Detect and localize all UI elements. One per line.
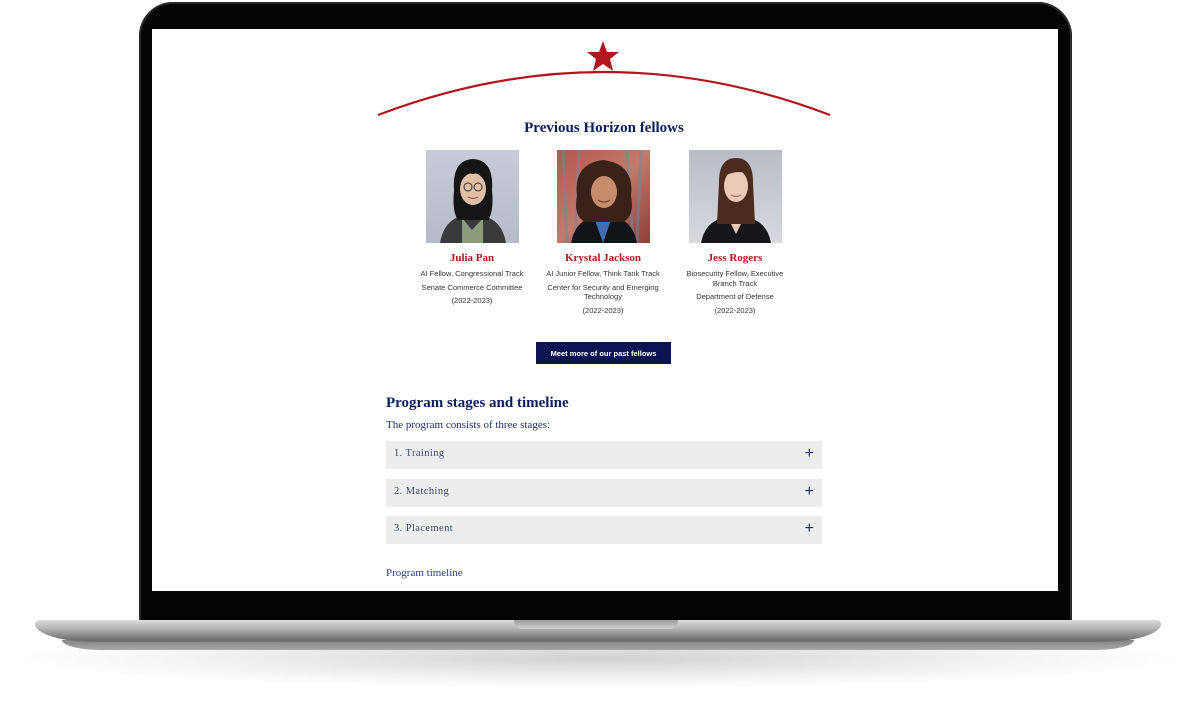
accordion-matching[interactable]: 2. Matching + <box>386 479 822 507</box>
fellow-role: AI Fellow, Congressional Track <box>420 269 524 278</box>
laptop-notch <box>514 620 678 629</box>
fellow-name: Jess Rogers <box>707 252 763 264</box>
plus-icon[interactable]: + <box>805 521 814 537</box>
fellow-card-jess-rogers: Jess Rogers Biosecurity Fellow, Executiv… <box>675 150 795 315</box>
fellow-role: AI Junior Fellow, Think Tank Track <box>546 269 660 278</box>
fellow-photo <box>425 150 519 243</box>
fellow-card-julia-pan: Julia Pan AI Fellow, Congressional Track… <box>412 150 532 306</box>
fellow-role: Biosecurity Fellow, Executive Branch Tra… <box>686 269 784 288</box>
meet-past-fellows-button[interactable]: Meet more of our past fellows <box>536 342 671 364</box>
fellow-name: Julia Pan <box>449 252 495 264</box>
fellow-years: (2022-2023) <box>714 305 756 315</box>
program-timeline-link[interactable]: Program timeline <box>386 567 463 579</box>
fellow-years: (2022-2023) <box>582 305 624 315</box>
fellow-photo <box>688 150 782 243</box>
stages-section-title: Program stages and timeline <box>386 395 569 411</box>
star-icon <box>587 41 619 71</box>
fellow-years: (2022-2023) <box>451 296 493 305</box>
star-arc-decoration <box>377 41 831 117</box>
laptop-base-lip <box>62 640 1134 650</box>
accordion-label: 1. Training <box>394 448 445 459</box>
accordion-placement[interactable]: 3. Placement + <box>386 516 822 544</box>
plus-icon[interactable]: + <box>805 484 814 500</box>
fellows-section-title: Previous Horizon fellows <box>524 120 684 136</box>
fellow-organization: Center for Security and Emerging Technol… <box>547 282 659 302</box>
fellow-organization: Senate Commerce Committee <box>421 282 523 292</box>
fellow-card-krystal-jackson: Krystal Jackson AI Junior Fellow, Think … <box>543 150 663 315</box>
accordion-label: 2. Matching <box>394 486 450 497</box>
fellow-organization: Department of Defense <box>696 292 774 301</box>
accordion-label: 3. Placement <box>394 523 454 534</box>
stages-intro-text: The program consists of three stages: <box>386 419 551 431</box>
screen: Previous Horizon fellows Julia Pan AI Fe… <box>152 29 1058 591</box>
plus-icon[interactable]: + <box>805 446 814 462</box>
fellow-photo <box>556 150 650 243</box>
fellow-name: Krystal Jackson <box>564 252 642 264</box>
accordion-training[interactable]: 1. Training + <box>386 441 822 469</box>
